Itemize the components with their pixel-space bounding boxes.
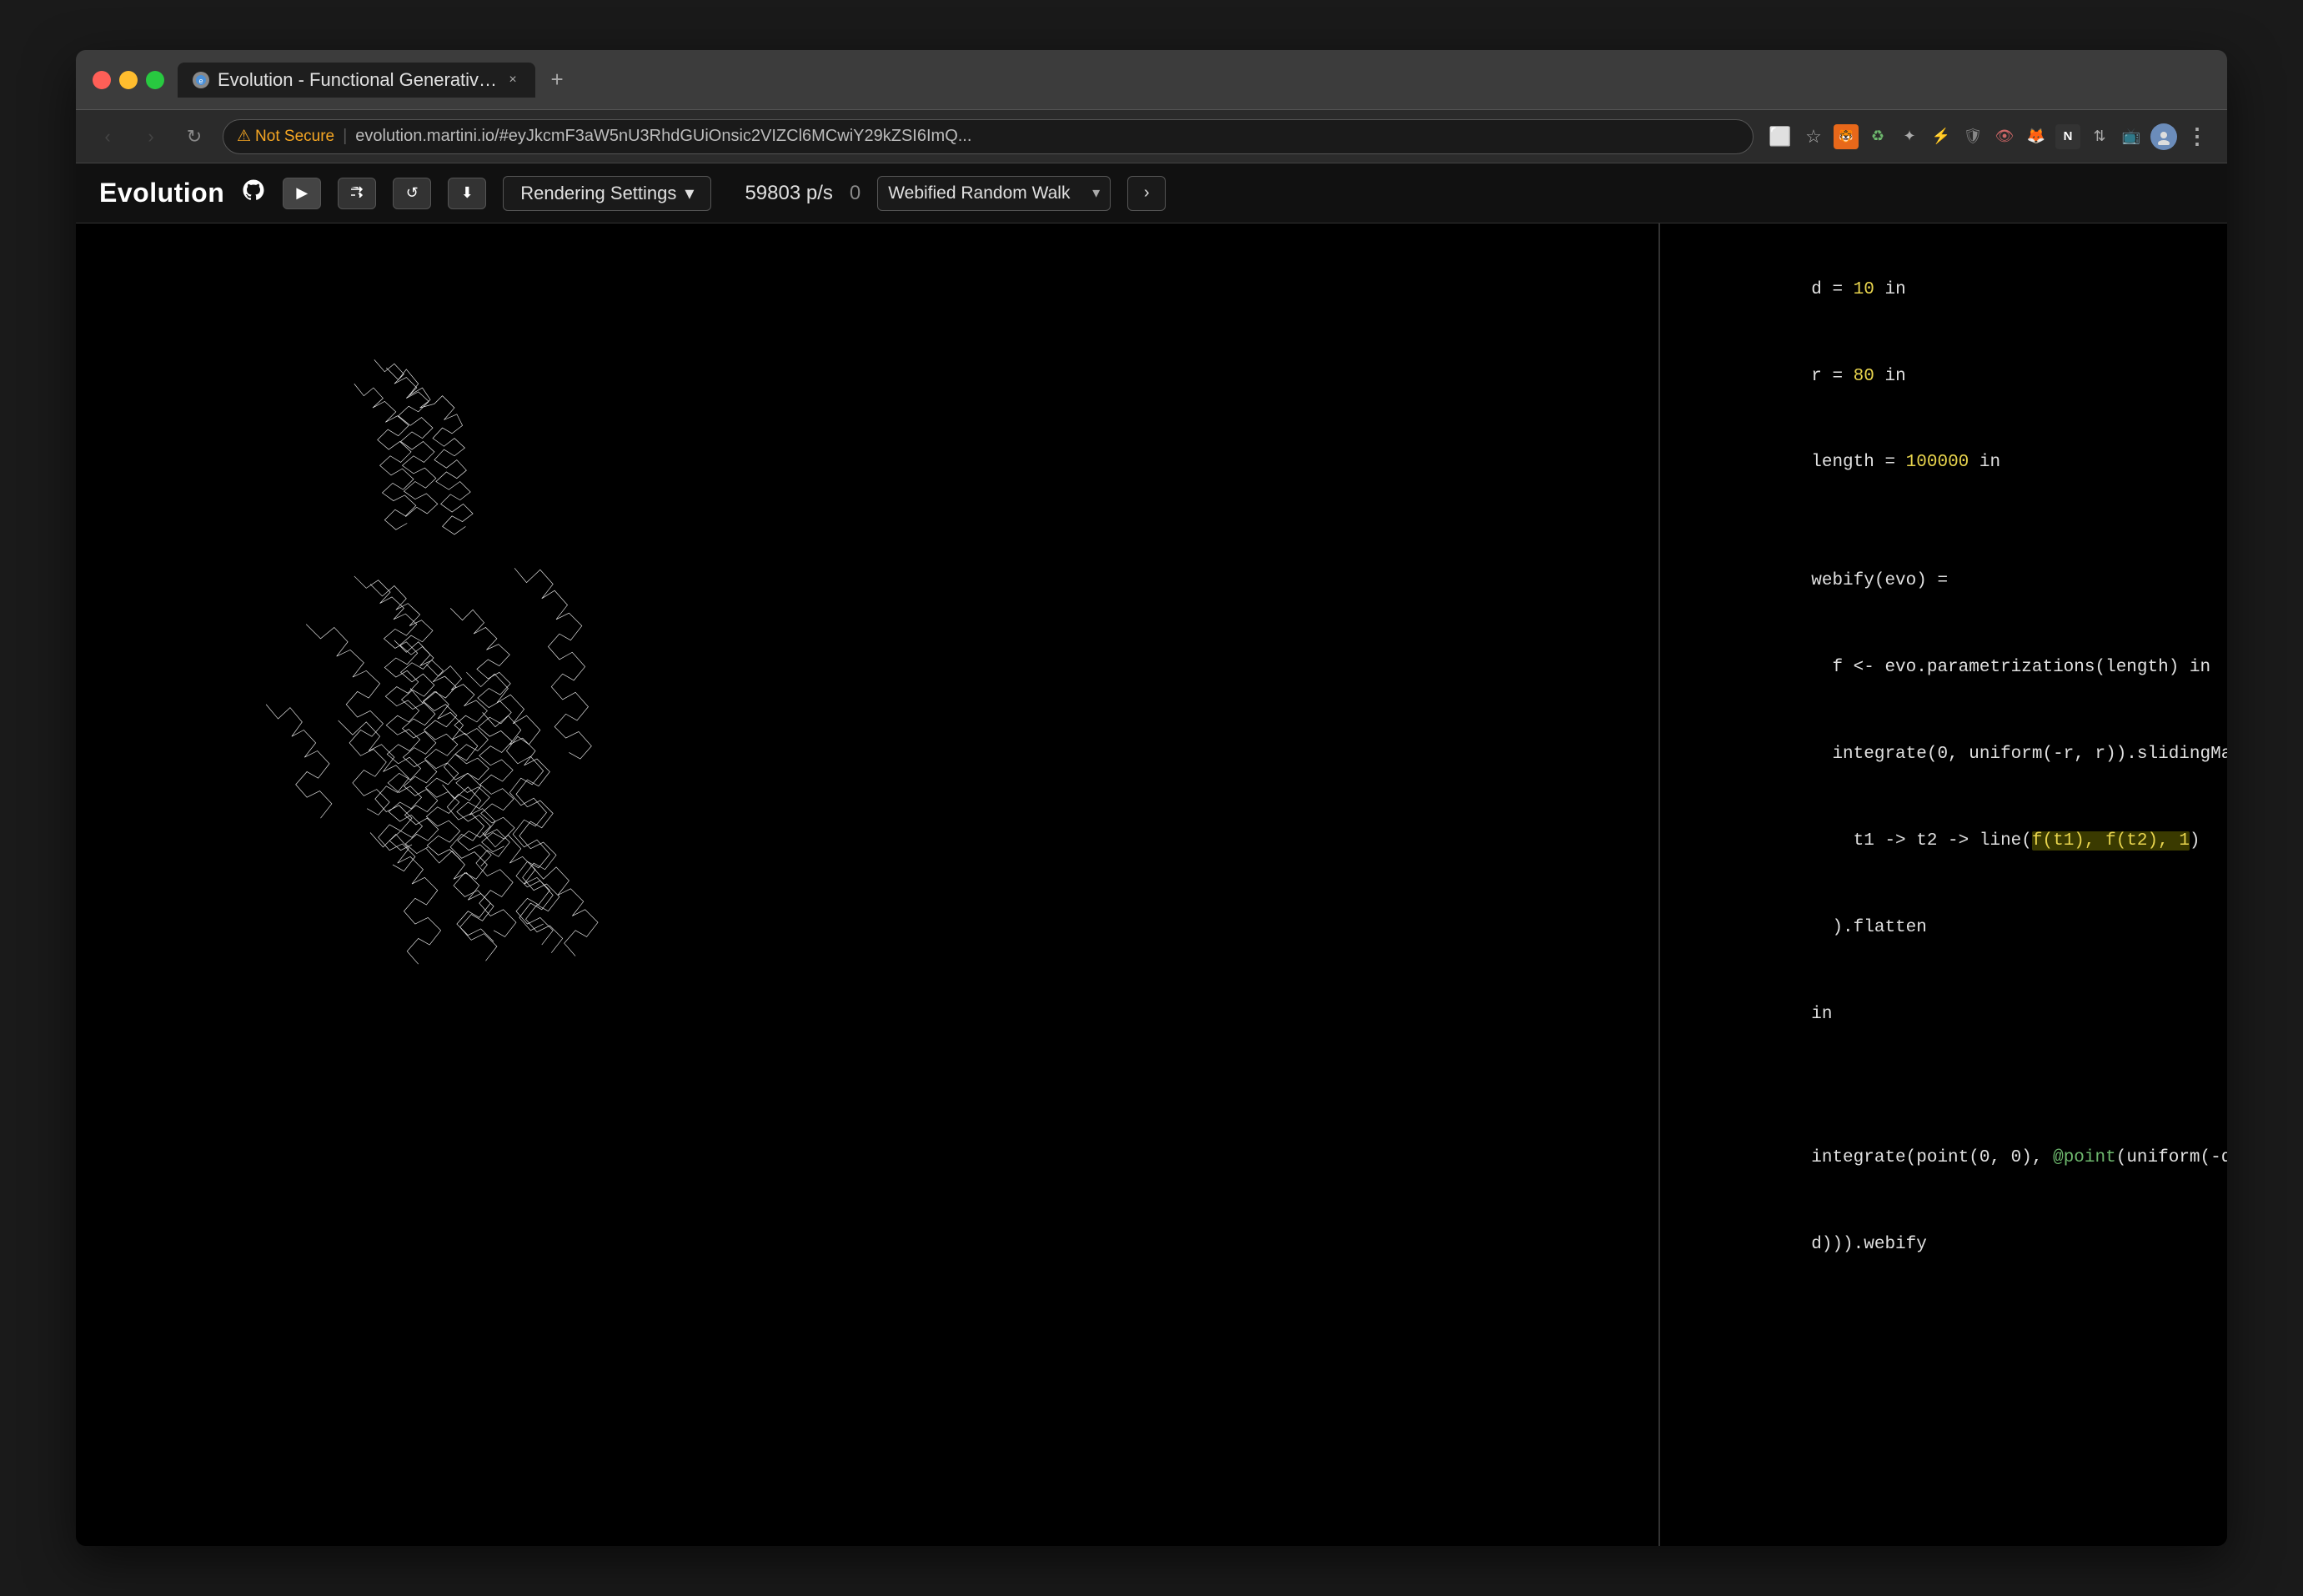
preset-dropdown[interactable]: Webified Random Walk ▾ <box>877 176 1111 211</box>
code-line-main-2: d))).webify <box>1685 1202 2202 1288</box>
code-line-f: f <- evo.parametrizations(length) in <box>1685 625 2202 712</box>
maximize-button[interactable] <box>146 71 164 89</box>
refresh-button[interactable]: ↻ <box>179 122 209 152</box>
canvas-area <box>76 223 1658 1546</box>
new-tab-button[interactable]: + <box>542 65 572 95</box>
code-line-flatten: ).flatten <box>1685 885 2202 971</box>
refresh-icon: ↻ <box>187 126 202 148</box>
shuffle-icon <box>349 184 365 202</box>
shuffle-button[interactable] <box>338 178 376 209</box>
dropdown-arrow-icon: ▾ <box>1092 184 1100 202</box>
ext-cast-icon[interactable]: 📺 <box>2119 124 2144 149</box>
ext-flash-icon[interactable]: ⚡ <box>1929 124 1954 149</box>
code-block-main: integrate(point(0, 0), @point(uniform(-d… <box>1685 1115 2202 1288</box>
bookmark-icon[interactable]: ☆ <box>1800 123 1827 150</box>
code-spacer-1 <box>1685 514 2202 539</box>
code-panel[interactable]: d = 10 in r = 80 in length = 100000 in w… <box>1660 223 2227 1546</box>
forward-button[interactable]: › <box>136 122 166 152</box>
forward-icon: › <box>148 126 153 148</box>
code-line-integrate: integrate(0, uniform(-r, r)).slidingMap( <box>1685 712 2202 799</box>
tab-favicon: e <box>193 72 209 88</box>
reset-icon: ↺ <box>406 184 419 202</box>
ext-eye-icon[interactable]: 👁 <box>1992 124 2017 149</box>
separator: | <box>343 127 347 146</box>
zero-counter: 0 <box>850 182 860 205</box>
app-toolbar: Evolution ▶ <box>76 163 2227 223</box>
back-button[interactable]: ‹ <box>93 122 123 152</box>
svg-text:e: e <box>198 77 203 85</box>
reset-button[interactable]: ↺ <box>393 178 431 209</box>
code-line-main-1: integrate(point(0, 0), @point(uniform(-d… <box>1685 1115 2202 1202</box>
tab-title: Evolution - Functional Generativ… <box>218 69 497 91</box>
browser-titlebar: e Evolution - Functional Generativ… × + <box>76 50 2227 110</box>
screen-icon[interactable]: ⬜ <box>1767 123 1794 150</box>
code-spacer-3 <box>1685 1090 2202 1115</box>
ext-star-icon[interactable]: ✦ <box>1897 124 1922 149</box>
code-line-d: d = 10 in <box>1685 247 2202 334</box>
code-line-webify-def: webify(evo) = <box>1685 539 2202 625</box>
preset-label: Webified Random Walk <box>888 183 1070 203</box>
pps-counter: 59803 p/s <box>745 182 832 205</box>
code-block-vars: d = 10 in r = 80 in length = 100000 in <box>1685 247 2202 507</box>
url-bar[interactable]: ⚠ Not Secure | evolution.martini.io/#eyJ… <box>223 119 1754 154</box>
address-bar: ‹ › ↻ ⚠ Not Secure | evolution.martini.i… <box>76 110 2227 163</box>
play-button[interactable]: ▶ <box>283 178 321 209</box>
code-line-r: r = 80 in <box>1685 334 2202 420</box>
close-button[interactable] <box>93 71 111 89</box>
main-area: d = 10 in r = 80 in length = 100000 in w… <box>76 223 2227 1546</box>
not-secure-indicator: ⚠ Not Secure <box>237 127 334 146</box>
github-icon[interactable] <box>241 178 266 208</box>
tab-bar: e Evolution - Functional Generativ… × + <box>178 63 2210 98</box>
traffic-lights <box>93 71 164 89</box>
download-icon: ⬇ <box>461 184 474 202</box>
menu-button[interactable]: ⋮ <box>2184 123 2210 150</box>
play-icon: ▶ <box>296 184 308 202</box>
chevron-down-icon: ▾ <box>685 183 694 204</box>
browser-icons-right: ⬜ ☆ 🐯 ♻ ✦ ⚡ 🛡 👁 🦊 N ⇅ 📺 ⋮ <box>1767 123 2210 150</box>
rendering-settings-label: Rendering Settings <box>520 183 676 204</box>
code-spacer-2 <box>1685 1065 2202 1090</box>
code-line-length: length = 100000 in <box>1685 420 2202 507</box>
warning-icon: ⚠ <box>237 127 251 146</box>
ext-cat-icon[interactable]: 🐯 <box>1834 124 1859 149</box>
rendering-settings-button[interactable]: Rendering Settings ▾ <box>503 176 711 211</box>
app-title: Evolution <box>99 178 224 208</box>
user-avatar[interactable] <box>2150 123 2177 150</box>
app-content: Evolution ▶ <box>76 163 2227 1546</box>
ext-n-icon[interactable]: N <box>2055 124 2080 149</box>
back-icon: ‹ <box>104 126 110 148</box>
download-button[interactable]: ⬇ <box>448 178 486 209</box>
code-line-in: in <box>1685 971 2202 1058</box>
visualization-canvas <box>76 223 1658 1546</box>
next-icon: › <box>1144 183 1150 203</box>
code-line-lambda: t1 -> t2 -> line(f(t1), f(t2), 1) <box>1685 799 2202 886</box>
ext-recycle-icon[interactable]: ♻ <box>1865 124 1890 149</box>
ext-fox-icon[interactable]: 🦊 <box>2024 124 2049 149</box>
url-text: evolution.martini.io/#eyJkcmF3aW5nU3RhdG… <box>355 127 971 146</box>
code-block-webify: webify(evo) = f <- evo.parametrizations(… <box>1685 539 2202 1059</box>
browser-window: e Evolution - Functional Generativ… × + … <box>76 50 2227 1546</box>
tab-close-button[interactable]: × <box>505 73 520 88</box>
next-button[interactable]: › <box>1127 176 1166 211</box>
minimize-button[interactable] <box>119 71 138 89</box>
active-tab[interactable]: e Evolution - Functional Generativ… × <box>178 63 535 98</box>
ext-shield-icon[interactable]: 🛡 <box>1960 124 1985 149</box>
ext-arrows-icon[interactable]: ⇅ <box>2087 124 2112 149</box>
